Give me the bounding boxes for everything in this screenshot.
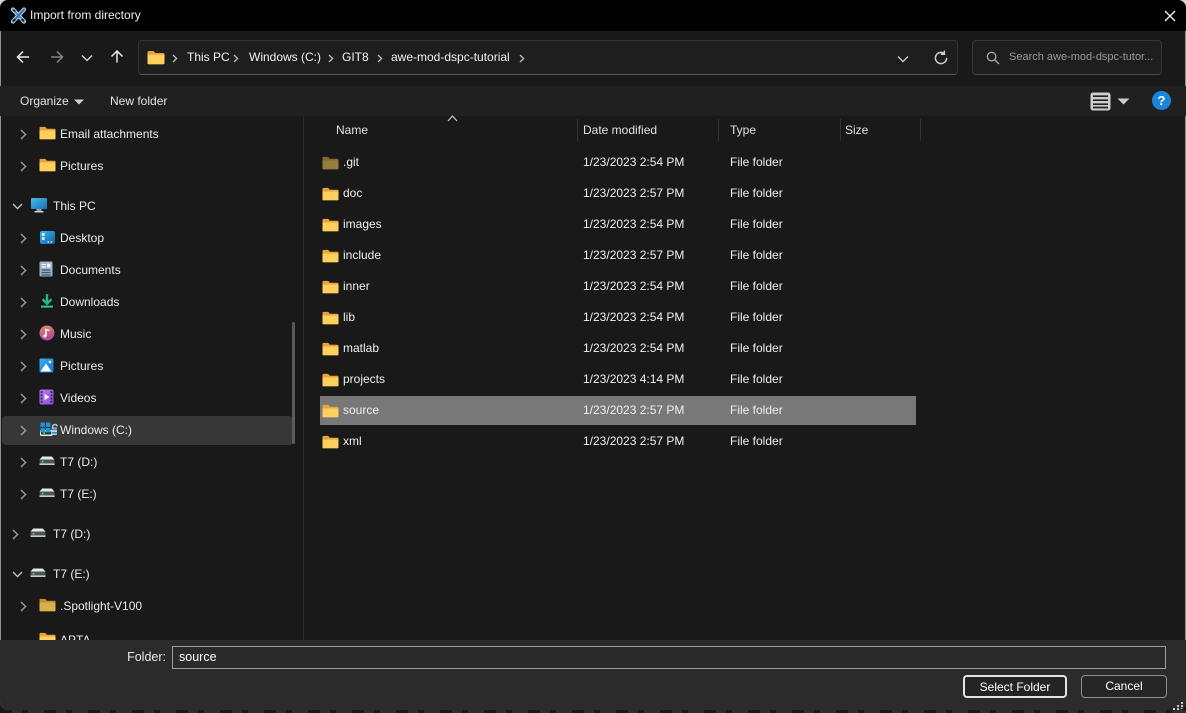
svg-text:?: ?	[1158, 93, 1166, 108]
